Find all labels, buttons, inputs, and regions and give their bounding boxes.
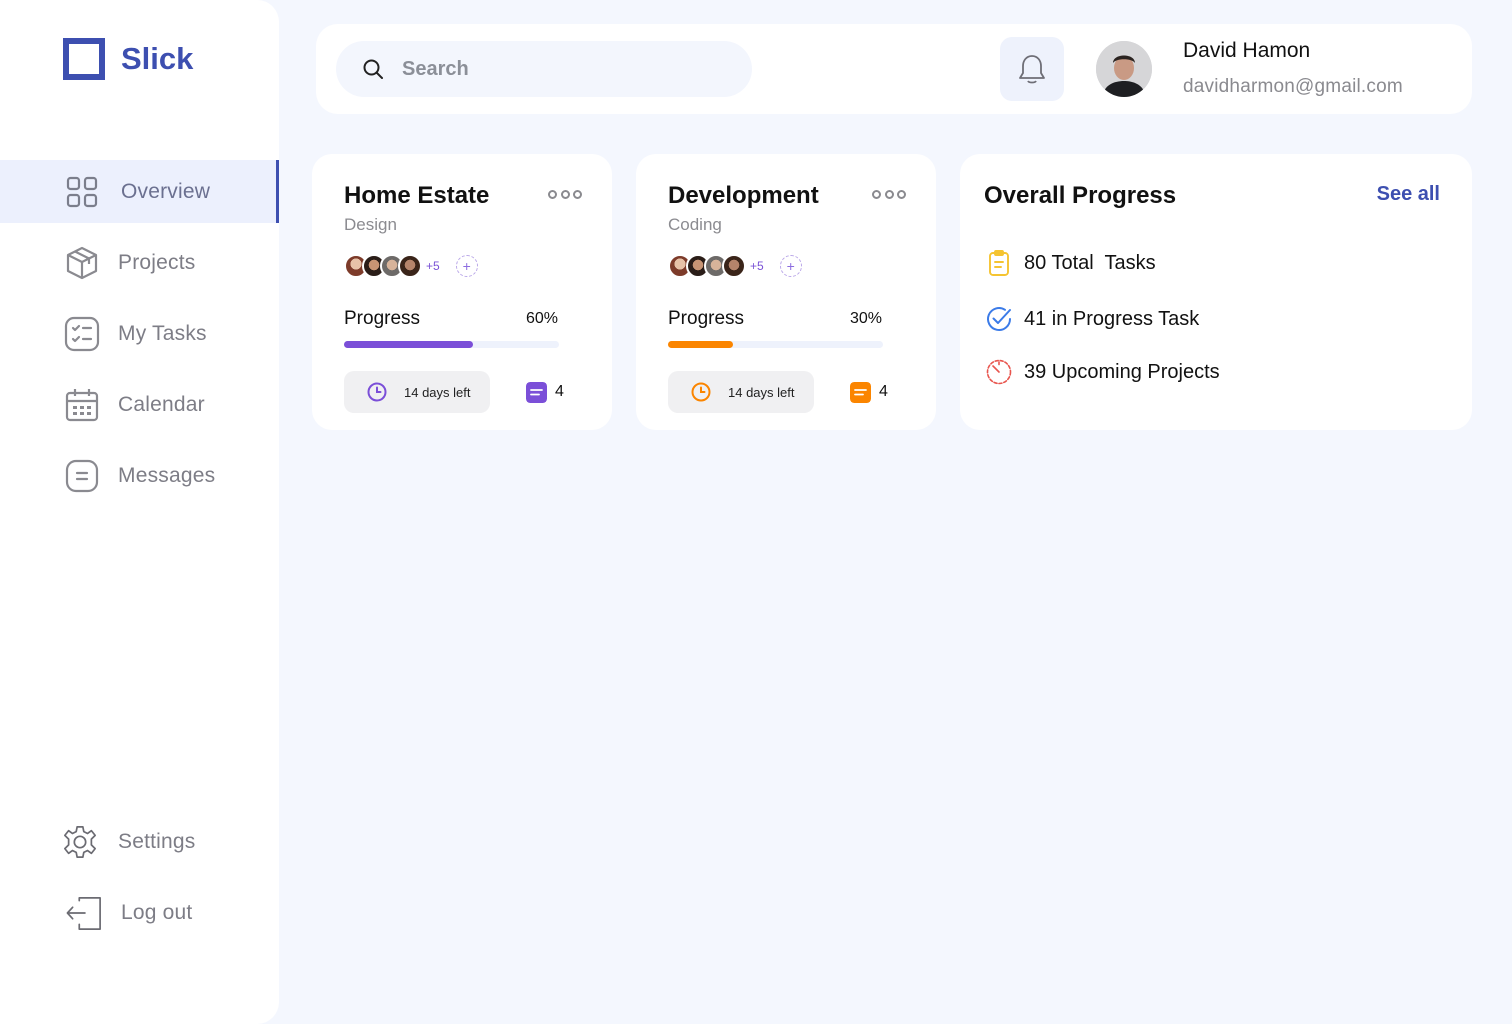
clock-icon	[367, 382, 387, 402]
sidebar-item-label: Projects	[118, 250, 196, 274]
sidebar-item-label: My Tasks	[118, 321, 207, 345]
days-left-badge: 14 days left	[344, 371, 490, 413]
logout-icon	[66, 895, 102, 931]
clipboard-icon	[984, 248, 1014, 278]
overall-progress-card: Overall Progress See all 80 Total Tasks …	[960, 154, 1472, 430]
logo[interactable]: Slick	[63, 38, 193, 80]
project-card[interactable]: Home Estate Design +5 + Progress 60% 14 …	[312, 154, 612, 430]
clock-icon	[691, 382, 711, 402]
days-left-badge: 14 days left	[668, 371, 814, 413]
comment-icon[interactable]	[850, 382, 871, 403]
checklist-icon	[64, 316, 100, 352]
more-options-icon[interactable]	[548, 188, 582, 200]
stat-total-tasks: 80 Total Tasks	[984, 248, 1156, 278]
sidebar-item-overview[interactable]: Overview	[0, 160, 279, 223]
stat-upcoming-projects: 39 Upcoming Projects	[984, 357, 1220, 387]
extra-members-count: +5	[426, 259, 440, 273]
logo-text: Slick	[121, 41, 194, 76]
sidebar-item-label: Settings	[118, 829, 196, 853]
project-title: Development	[668, 182, 819, 209]
progress-label: Progress	[344, 308, 421, 329]
search-icon	[363, 59, 383, 79]
sidebar-item-label: Calendar	[118, 392, 205, 416]
bell-icon	[1019, 55, 1045, 84]
add-member-button[interactable]: +	[779, 255, 802, 277]
progress-fill	[344, 341, 473, 348]
comment-icon[interactable]	[526, 382, 547, 403]
search-input[interactable]: Search	[336, 41, 752, 97]
user-photo	[1096, 41, 1152, 97]
avatar[interactable]	[1096, 41, 1152, 97]
add-member-button[interactable]: +	[455, 255, 478, 277]
sidebar-item-label: Log out	[121, 900, 193, 924]
sidebar-item-messages[interactable]: Messages	[0, 444, 279, 507]
member-avatars: +5 +	[344, 253, 478, 279]
timer-icon	[984, 357, 1014, 387]
sidebar-item-my-tasks[interactable]: My Tasks	[0, 302, 279, 365]
progress-percent: 30%	[849, 310, 882, 327]
top-bar: Search David Hamon davidharmon@gmail.com	[316, 24, 1472, 114]
more-options-icon[interactable]	[872, 188, 906, 200]
progress-bar	[344, 341, 559, 348]
extra-members-count: +5	[750, 259, 764, 273]
search-placeholder: Search	[402, 57, 469, 80]
project-category: Coding	[668, 215, 722, 234]
member-avatar	[398, 254, 422, 278]
user-name: David Hamon	[1183, 39, 1311, 62]
overall-progress-title: Overall Progress	[984, 182, 1177, 209]
sidebar: Slick Overview Projects My Tasks Calenda…	[0, 0, 279, 1024]
sidebar-item-label: Messages	[118, 463, 216, 487]
project-card[interactable]: Development Coding +5 + Progress 30% 14 …	[636, 154, 936, 430]
progress-percent: 60%	[525, 310, 558, 327]
days-left-text: 14 days left	[404, 384, 471, 400]
stat-text: 39 Upcoming Projects	[1024, 360, 1220, 383]
sidebar-item-projects[interactable]: Projects	[0, 231, 279, 294]
stat-text: 80 Total Tasks	[1024, 251, 1156, 274]
project-title: Home Estate	[344, 182, 490, 209]
member-avatars: +5 +	[668, 253, 802, 279]
progress-bar	[668, 341, 883, 348]
logo-icon	[63, 38, 105, 80]
member-avatar	[722, 254, 746, 278]
stat-text: 41 in Progress Task	[1024, 307, 1200, 330]
sidebar-item-calendar[interactable]: Calendar	[0, 373, 279, 436]
project-category: Design	[344, 215, 397, 234]
comment-count: 4	[879, 383, 888, 400]
sidebar-item-settings[interactable]: Settings	[0, 810, 279, 873]
days-left-text: 14 days left	[728, 384, 795, 400]
cube-icon	[64, 245, 100, 281]
notification-button[interactable]	[1000, 37, 1064, 101]
sidebar-item-logout[interactable]: Log out	[0, 881, 279, 944]
gear-icon	[62, 824, 98, 860]
progress-fill	[668, 341, 733, 348]
message-icon	[64, 458, 100, 494]
user-email: davidharmon@gmail.com	[1183, 76, 1403, 97]
sidebar-item-label: Overview	[121, 179, 211, 203]
progress-label: Progress	[668, 308, 745, 329]
grid-icon	[64, 174, 100, 210]
see-all-link[interactable]: See all	[1377, 183, 1440, 206]
check-circle-icon	[984, 304, 1014, 334]
comment-count: 4	[555, 383, 564, 400]
calendar-icon	[64, 387, 100, 423]
stat-in-progress: 41 in Progress Task	[984, 304, 1199, 334]
